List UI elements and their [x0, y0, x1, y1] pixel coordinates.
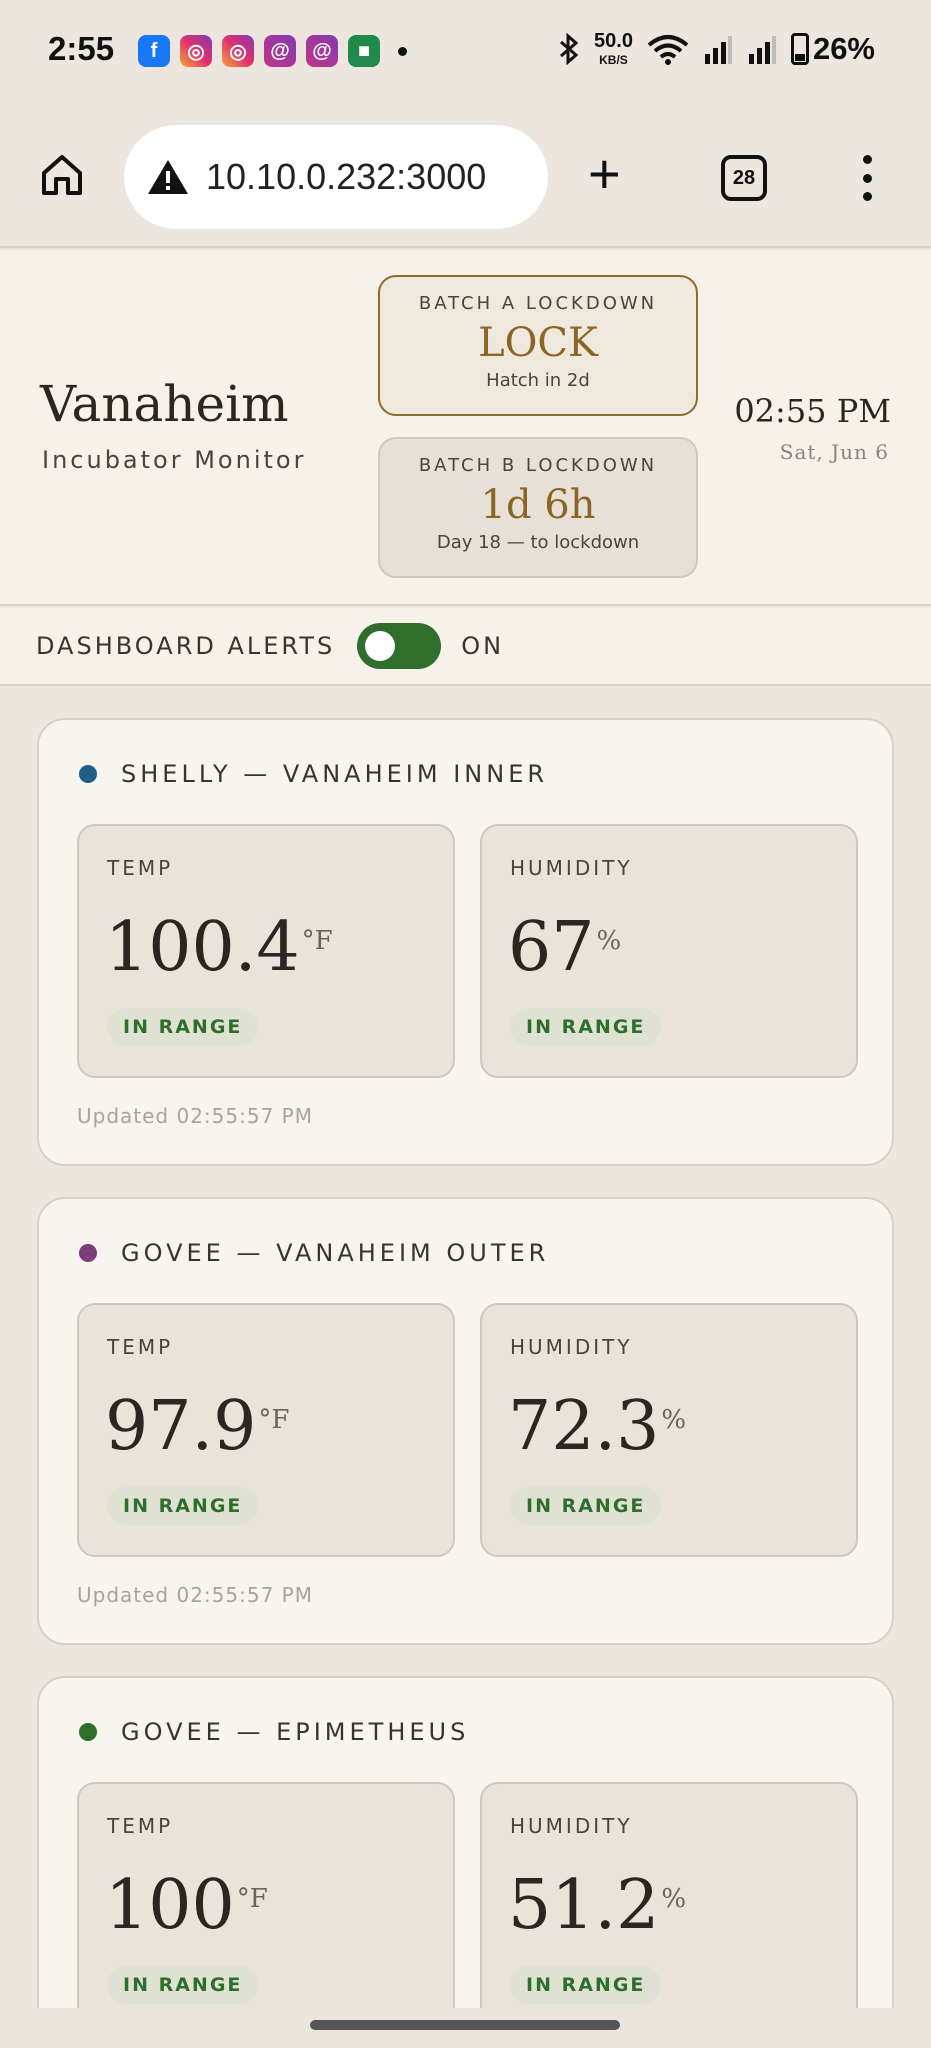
temp-panel: TEMP 100.4°F IN RANGE	[77, 824, 455, 1078]
batch-a-note: Hatch in 2d	[486, 370, 590, 391]
app-icon: ■	[348, 35, 380, 67]
alerts-toggle[interactable]	[357, 623, 442, 669]
threads-icon: @	[306, 35, 338, 67]
temp-unit: °F	[258, 1405, 290, 1435]
temp-panel: TEMP 97.9°F IN RANGE	[77, 1303, 455, 1557]
signal-icon	[748, 35, 776, 64]
net-speed-unit: KB/S	[599, 53, 628, 67]
address-bar[interactable]: 10.10.0.232:3000	[124, 125, 548, 229]
sensor-card: SHELLY — VANAHEIM INNER TEMP 100.4°F IN …	[37, 718, 894, 1166]
humidity-label: HUMIDITY	[510, 1814, 633, 1838]
alerts-label: DASHBOARD ALERTS	[36, 632, 336, 660]
temp-value: 100	[105, 1866, 235, 1945]
browser-toolbar: 10.10.0.232:3000 + 28	[0, 105, 931, 248]
updated-timestamp: Updated 02:55:57 PM	[77, 1104, 313, 1128]
url-text[interactable]: 10.10.0.232:3000	[206, 156, 486, 198]
more-notifications-icon	[398, 46, 407, 56]
page-header: Vanaheim Incubator Monitor BATCH A LOCKD…	[0, 250, 931, 606]
batch-a-label: BATCH A LOCKDOWN	[418, 293, 658, 314]
temp-label: TEMP	[107, 1335, 174, 1359]
new-tab-button[interactable]: +	[588, 146, 621, 202]
temp-value: 97.9	[105, 1387, 257, 1466]
batch-b-note: Day 18 — to lockdown	[436, 532, 640, 553]
sensor-name: GOVEE — VANAHEIM OUTER	[121, 1239, 550, 1267]
warning-icon[interactable]	[146, 158, 190, 196]
temp-unit: °F	[301, 926, 333, 956]
temp-label: TEMP	[107, 1814, 174, 1838]
sensor-card: GOVEE — VANAHEIM OUTER TEMP 97.9°F IN RA…	[37, 1197, 894, 1645]
threads-icon: @	[264, 35, 296, 67]
status-badge: IN RANGE	[107, 1966, 259, 2004]
status-badge: IN RANGE	[510, 1966, 662, 2004]
sensor-card: GOVEE — EPIMETHEUS TEMP 100°F IN RANGE H…	[37, 1676, 894, 2008]
status-badge: IN RANGE	[107, 1487, 259, 1525]
gesture-nav-bar[interactable]	[310, 2020, 620, 2030]
temp-unit: °F	[236, 1884, 268, 1914]
batch-a-value: LOCK	[478, 320, 598, 366]
home-icon[interactable]	[38, 151, 86, 199]
instagram-icon: ◎	[180, 35, 212, 67]
status-time: 2:55	[48, 30, 115, 67]
humidity-panel: HUMIDITY 67% IN RANGE	[480, 824, 858, 1078]
alerts-bar: DASHBOARD ALERTS ON	[0, 608, 931, 686]
humidity-panel: HUMIDITY 51.2% IN RANGE	[480, 1782, 858, 2008]
humidity-unit: %	[661, 1884, 687, 1914]
humidity-unit: %	[661, 1405, 687, 1435]
clock-date: Sat, Jun 6	[779, 440, 889, 464]
wifi-icon	[647, 34, 689, 65]
humidity-value: 67	[508, 908, 595, 987]
batch-a-lockdown-card: BATCH A LOCKDOWN LOCK Hatch in 2d	[378, 275, 698, 416]
signal-icon	[704, 35, 732, 64]
humidity-label: HUMIDITY	[510, 1335, 633, 1359]
humidity-label: HUMIDITY	[510, 856, 633, 880]
humidity-value: 51.2	[508, 1866, 660, 1945]
updated-timestamp: Updated 02:55:57 PM	[77, 1583, 313, 1607]
humidity-panel: HUMIDITY 72.3% IN RANGE	[480, 1303, 858, 1557]
sensor-color-dot	[79, 1723, 97, 1741]
batch-b-label: BATCH B LOCKDOWN	[418, 455, 658, 476]
sensor-name: SHELLY — VANAHEIM INNER	[121, 760, 549, 788]
sensor-list: SHELLY — VANAHEIM INNER TEMP 100.4°F IN …	[0, 688, 931, 2008]
status-badge: IN RANGE	[510, 1008, 662, 1046]
notification-icons: f ◎ ◎ @ @ ■	[138, 35, 407, 67]
instagram-icon: ◎	[222, 35, 254, 67]
more-menu-icon[interactable]	[860, 155, 874, 201]
net-speed: 50.0 KB/S	[594, 30, 633, 67]
status-bar: 2:55 f ◎ ◎ @ @ ■ 50.0 KB/S 26%	[0, 0, 931, 105]
status-badge: IN RANGE	[510, 1487, 662, 1525]
batch-b-value: 1d 6h	[480, 482, 596, 528]
sensor-name: GOVEE — EPIMETHEUS	[121, 1718, 470, 1746]
sensor-color-dot	[79, 1244, 97, 1262]
batch-b-lockdown-card: BATCH B LOCKDOWN 1d 6h Day 18 — to lockd…	[378, 437, 698, 578]
sensor-color-dot	[79, 765, 97, 783]
battery-icon	[790, 32, 809, 65]
temp-label: TEMP	[107, 856, 174, 880]
facebook-icon: f	[138, 35, 170, 67]
net-speed-value: 50.0	[594, 30, 633, 52]
tab-switcher-button[interactable]: 28	[721, 155, 767, 201]
page-title: Vanaheim	[40, 375, 289, 433]
battery-level: 26%	[812, 30, 875, 66]
humidity-value: 72.3	[508, 1387, 660, 1466]
toggle-knob	[365, 631, 396, 661]
bluetooth-icon	[560, 32, 579, 65]
temp-panel: TEMP 100°F IN RANGE	[77, 1782, 455, 2008]
clock-time: 02:55 PM	[734, 392, 891, 430]
alerts-state: ON	[461, 632, 505, 660]
temp-value: 100.4	[105, 908, 300, 987]
page-subtitle: Incubator Monitor	[42, 446, 307, 474]
humidity-unit: %	[596, 926, 622, 956]
status-badge: IN RANGE	[107, 1008, 259, 1046]
